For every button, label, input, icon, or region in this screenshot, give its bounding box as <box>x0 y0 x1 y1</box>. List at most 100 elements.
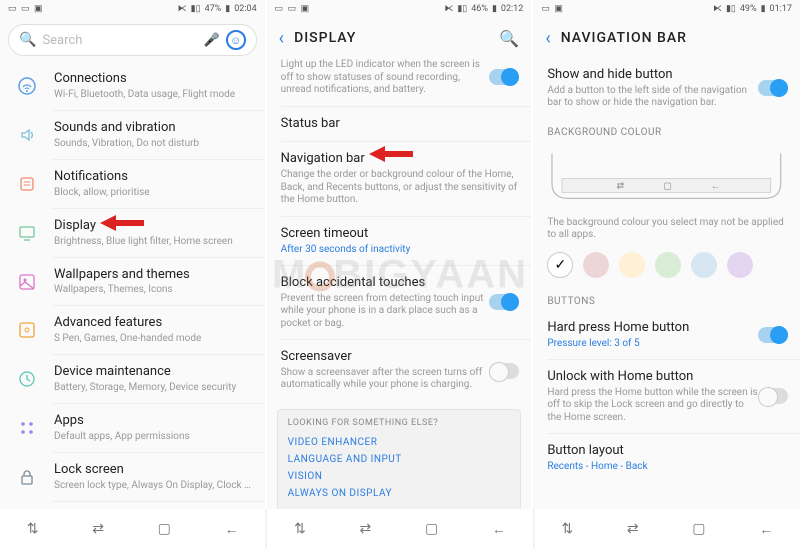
navigation-bar-item[interactable]: Navigation bar Change the order or backg… <box>267 142 532 215</box>
search-icon: 🔍 <box>19 32 36 48</box>
led-indicator-item[interactable]: Light up the LED indicator when the scre… <box>267 58 532 106</box>
display-icon <box>14 220 40 246</box>
settings-item-wall[interactable]: Wallpapers and themesWallpapers, Themes,… <box>0 258 265 306</box>
profile-icon[interactable]: ☺ <box>226 30 246 50</box>
color-swatch[interactable] <box>691 252 717 278</box>
page-title: DISPLAY <box>294 30 499 46</box>
status-app-icon: ▭ <box>541 4 551 14</box>
home-button[interactable]: ▢ <box>158 521 171 537</box>
status-bar: ▭▭▣ ⧔ ▮▯ 46% ▮ 02:12 <box>267 0 532 18</box>
color-swatch[interactable] <box>583 252 609 278</box>
clock-text: 02:12 <box>501 4 523 14</box>
back-button[interactable]: ← <box>225 521 239 538</box>
related-link[interactable]: ALWAYS ON DISPLAY <box>288 485 511 502</box>
block-touches-item[interactable]: Block accidental touches Prevent the scr… <box>267 266 532 339</box>
item-sub: Wallpapers, Themes, Icons <box>54 284 253 296</box>
item-title: Wallpapers and themes <box>54 267 253 284</box>
status-app-icon: ▭ <box>275 4 285 14</box>
status-app-icon: ▭ <box>288 4 298 14</box>
system-navbar-row: ⇅ ⇄ ▢ ← ⇅ ⇄ ▢ ← ⇅ ⇄ ▢ ← <box>0 509 800 549</box>
battery-icon: ▮ <box>225 4 230 14</box>
back-button[interactable]: ← <box>492 521 506 538</box>
wifi-icon <box>14 73 40 99</box>
color-swatch[interactable] <box>619 252 645 278</box>
unlock-toggle[interactable] <box>758 388 788 404</box>
item-title: Hard press Home button <box>547 320 758 337</box>
item-desc: Light up the LED indicator when the scre… <box>281 59 490 97</box>
saver-toggle[interactable] <box>489 363 519 379</box>
search-icon[interactable]: 🔍 <box>499 29 519 48</box>
item-desc: Hard press the Home button while the scr… <box>547 387 758 425</box>
recents-button[interactable]: ⇄ <box>360 521 372 537</box>
signal-icon: ▮▯ <box>457 4 467 14</box>
settings-item-bio[interactable]: Biometrics and securityIntelligent Scan,… <box>0 502 265 509</box>
item-sub: Block, allow, prioritise <box>54 187 253 199</box>
page-title: NAVIGATION BAR <box>561 30 788 46</box>
check-icon: ✓ <box>554 257 566 273</box>
back-icon[interactable]: ‹ <box>545 28 550 49</box>
home-button[interactable]: ▢ <box>425 521 438 537</box>
screensaver-item[interactable]: Screensaver Show a screensaver after the… <box>267 340 532 401</box>
pin-icon[interactable]: ⇅ <box>294 521 306 537</box>
settings-item-sound[interactable]: Sounds and vibrationSounds, Vibration, D… <box>0 111 265 159</box>
battery-icon: ▮ <box>761 4 766 14</box>
status-app-icon: ▣ <box>34 4 44 14</box>
settings-item-adv[interactable]: Advanced featuresS Pen, Games, One-hande… <box>0 306 265 354</box>
color-swatch[interactable] <box>727 252 753 278</box>
status-app-icon: ▣ <box>554 4 564 14</box>
pin-icon[interactable]: ⇅ <box>561 521 573 537</box>
recents-button[interactable]: ⇄ <box>92 521 104 537</box>
settings-item-wifi[interactable]: ConnectionsWi-Fi, Bluetooth, Data usage,… <box>0 62 265 110</box>
signal-icon: ▮▯ <box>726 4 736 14</box>
led-toggle[interactable] <box>489 69 519 85</box>
color-swatch[interactable]: ✓ <box>547 252 573 278</box>
item-sub: Brightness, Blue light filter, Home scre… <box>54 236 253 248</box>
settings-item-display[interactable]: DisplayBrightness, Blue light filter, Ho… <box>0 209 265 257</box>
show-hide-toggle[interactable] <box>758 80 788 96</box>
item-sub: Screen lock type, Always On Display, Clo… <box>54 480 253 492</box>
related-link[interactable]: VISION <box>288 468 511 485</box>
home-button[interactable]: ▢ <box>692 521 705 537</box>
battery-text: 49% <box>740 4 757 14</box>
settings-item-apps[interactable]: AppsDefault apps, App permissions <box>0 404 265 452</box>
status-app-icon: ▭ <box>21 4 31 14</box>
related-link[interactable]: VIDEO ENHANCER <box>288 434 511 451</box>
recents-button[interactable]: ⇄ <box>627 521 639 537</box>
annotation-arrow <box>100 215 144 231</box>
mic-icon[interactable]: 🎤 <box>203 33 219 48</box>
item-title: Apps <box>54 413 253 430</box>
screen-timeout-item[interactable]: Screen timeout After 30 seconds of inact… <box>267 217 532 265</box>
related-link[interactable]: LANGUAGE AND INPUT <box>288 451 511 468</box>
battery-text: 46% <box>471 4 488 14</box>
wall-icon <box>14 269 40 295</box>
button-layout-item[interactable]: Button layout Recents - Home - Back <box>533 434 800 482</box>
item-desc: The background colour you select may not… <box>547 217 788 242</box>
svg-text:▢: ▢ <box>664 181 672 191</box>
clock-text: 02:04 <box>234 4 256 14</box>
settings-item-notif[interactable]: NotificationsBlock, allow, prioritise <box>0 160 265 208</box>
item-title: Connections <box>54 71 253 88</box>
settings-item-lock[interactable]: Lock screenScreen lock type, Always On D… <box>0 453 265 501</box>
unlock-home-item[interactable]: Unlock with Home button Hard press the H… <box>533 360 800 433</box>
color-swatch[interactable] <box>655 252 681 278</box>
show-hide-item[interactable]: Show and hide button Add a button to the… <box>533 58 800 119</box>
display-panel: ▭▭▣ ⧔ ▮▯ 46% ▮ 02:12 ‹ DISPLAY 🔍 Light u… <box>267 0 534 509</box>
settings-item-maint[interactable]: Device maintenanceBattery, Storage, Memo… <box>0 355 265 403</box>
item-title: Sounds and vibration <box>54 120 253 137</box>
wifi-icon: ⧔ <box>444 4 453 14</box>
sound-icon <box>14 122 40 148</box>
footer-label: LOOKING FOR SOMETHING ELSE? <box>288 418 511 428</box>
item-desc: Show a screensaver after the screen turn… <box>281 367 490 392</box>
navbar-preview: ⇄▢← <box>547 146 786 210</box>
hard-press-toggle[interactable] <box>758 327 788 343</box>
search-box[interactable]: 🔍 Search 🎤 ☺ <box>8 24 257 56</box>
status-app-icon: ▭ <box>8 4 18 14</box>
back-icon[interactable]: ‹ <box>279 28 284 49</box>
item-title: Device maintenance <box>54 364 253 381</box>
battery-text: 47% <box>205 4 222 14</box>
status-bar-item[interactable]: Status bar <box>267 107 532 142</box>
pin-icon[interactable]: ⇅ <box>27 521 39 537</box>
block-toggle[interactable] <box>489 294 519 310</box>
hard-press-item[interactable]: Hard press Home button Pressure level: 3… <box>533 311 800 359</box>
back-button[interactable]: ← <box>759 521 773 538</box>
